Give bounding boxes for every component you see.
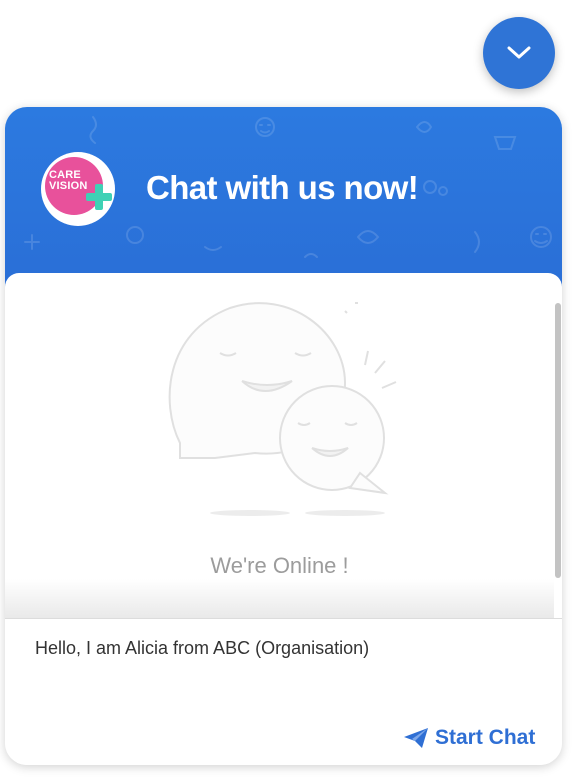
scrollbar[interactable] [555, 303, 561, 578]
start-chat-label: Start Chat [435, 726, 536, 749]
chat-header: CARE VISION Chat with us now! [5, 107, 562, 297]
paper-plane-icon [404, 728, 428, 748]
chat-header-title: Chat with us now! [146, 169, 419, 206]
divider [5, 618, 562, 619]
chat-card: We're Online ! Hello, I am Alicia from A… [5, 273, 562, 765]
start-chat-button[interactable]: Start Chat [403, 722, 535, 754]
online-status-text: We're Online ! [210, 553, 349, 578]
chat-bubbles-illustration [168, 302, 397, 516]
chevron-down-icon [507, 46, 531, 59]
chat-widget: CARE VISION Chat with us now! We're Onli… [5, 107, 562, 765]
carevision-logo: CARE VISION [41, 152, 115, 226]
minimize-chat-button[interactable] [483, 17, 555, 89]
scroll-fade [5, 579, 554, 619]
agent-greeting-message: Hello, I am Alicia from ABC (Organisatio… [35, 638, 370, 658]
plus-icon [86, 184, 112, 210]
